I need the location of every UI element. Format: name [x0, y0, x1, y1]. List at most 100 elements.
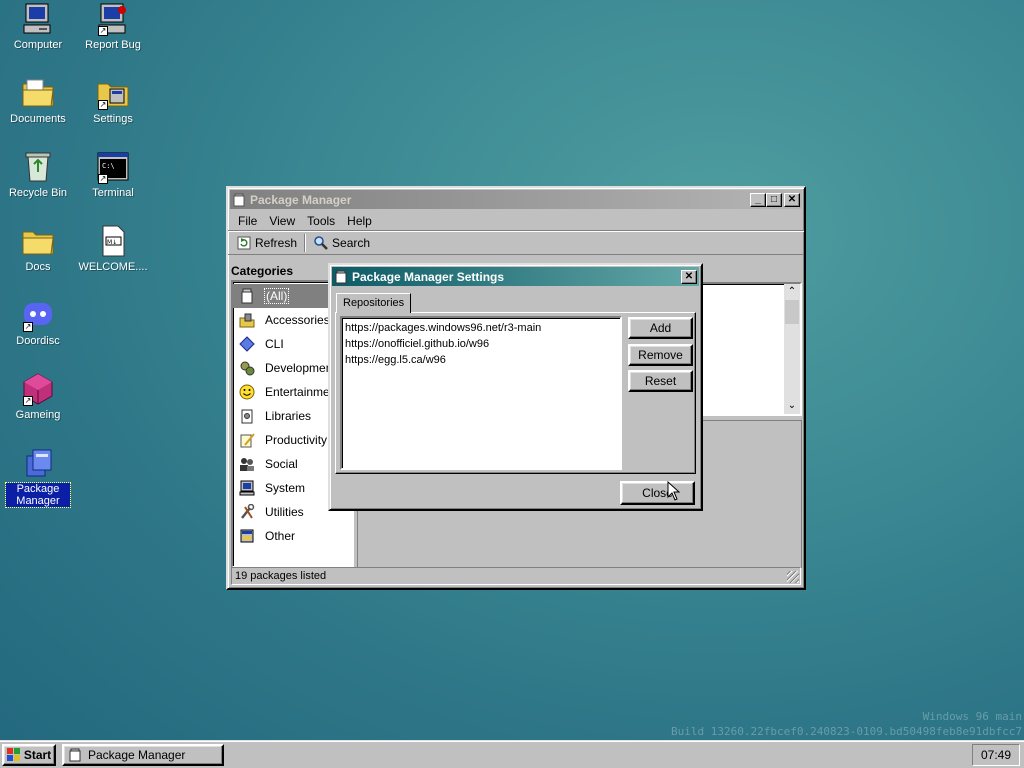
repository-item[interactable]: https://egg.l5.ca/w96 — [342, 352, 620, 368]
accessories-icon — [239, 312, 255, 328]
minimize-button[interactable]: _ — [750, 192, 766, 207]
tab-label: Repositories — [343, 297, 405, 309]
desktop-icon-docs[interactable]: Docs — [1, 224, 75, 273]
category-label: (All) — [263, 288, 290, 304]
desktop-icon-report-bug[interactable]: ↗ Report Bug — [76, 2, 150, 51]
package-list-scrollbar[interactable]: ⌃ ⌄ — [784, 284, 800, 414]
desktop-icon-recycle-bin[interactable]: Recycle Bin — [1, 150, 75, 199]
close-icon[interactable]: ✕ — [681, 269, 697, 284]
categories-heading: Categories — [231, 264, 294, 278]
remove-button[interactable]: Remove — [628, 344, 693, 366]
gears-icon — [239, 360, 255, 376]
window-title: Package Manager — [250, 192, 352, 207]
reset-button[interactable]: Reset — [628, 370, 693, 392]
desktop-icon-welcome[interactable]: M↓ WELCOME.... — [76, 224, 150, 273]
desktop-icon-label: Gameing — [15, 409, 61, 421]
refresh-icon — [236, 235, 252, 251]
settings-dialog[interactable]: Package Manager Settings ✕ Repositories … — [328, 263, 703, 511]
toolbar: Refresh Search — [228, 231, 804, 255]
refresh-button[interactable]: Refresh — [232, 233, 301, 253]
tab-repositories[interactable]: Repositories — [336, 293, 412, 313]
category-label: Development — [265, 361, 336, 375]
svg-text:M↓: M↓ — [107, 239, 117, 246]
status-text: 19 packages listed — [235, 570, 327, 582]
close-button[interactable]: ✕ — [784, 192, 800, 207]
start-button[interactable]: Start — [2, 744, 56, 766]
repository-item[interactable]: https://packages.windows96.net/r3-main — [342, 320, 620, 336]
toolbar-separator — [304, 233, 307, 252]
scroll-up-arrow-icon[interactable]: ⌃ — [784, 284, 800, 300]
tab-panel: https://packages.windows96.net/r3-main h… — [335, 312, 696, 474]
menu-view[interactable]: View — [263, 214, 301, 228]
scroll-down-arrow-icon[interactable]: ⌄ — [784, 398, 800, 414]
start-label: Start — [23, 748, 52, 762]
tools-icon — [239, 503, 255, 520]
terminal-icon: C:\ ↗ — [96, 150, 130, 184]
desktop-icon-package-manager[interactable]: Package Manager — [1, 446, 75, 508]
package-manager-icon — [21, 446, 55, 480]
discord-icon: ↗ — [21, 298, 55, 332]
watermark-line-1: Windows 96 main — [922, 710, 1022, 723]
taskbar: Start Package Manager 07:49 — [0, 740, 1024, 768]
desktop-icon-label: Docs — [25, 261, 51, 273]
desktop-icon-label: Recycle Bin — [8, 187, 68, 199]
package-manager-titlebar[interactable]: Package Manager _ □ ✕ — [230, 190, 802, 209]
menu-file[interactable]: File — [232, 214, 263, 228]
refresh-label: Refresh — [255, 235, 298, 250]
jar-icon — [239, 288, 255, 304]
jar-icon — [68, 748, 82, 762]
resize-grip-icon[interactable] — [787, 571, 799, 583]
maximize-button[interactable]: □ — [766, 192, 782, 207]
category-label: Accessories — [265, 313, 330, 327]
category-label: Libraries — [265, 409, 312, 423]
cube-icon: ↗ — [21, 372, 55, 406]
computer-bug-icon: ↗ — [96, 2, 130, 36]
recycle-bin-icon — [21, 150, 55, 184]
desktop-icon-label: Settings — [93, 113, 133, 125]
search-button[interactable]: Search — [309, 233, 374, 253]
settings-titlebar[interactable]: Package Manager Settings ✕ — [332, 267, 699, 286]
menu-help[interactable]: Help — [341, 214, 378, 228]
svg-text:C:\: C:\ — [102, 162, 115, 170]
diamond-icon — [239, 336, 255, 352]
category-label: Utilities — [265, 505, 304, 519]
search-label: Search — [332, 235, 371, 250]
menu-tools[interactable]: Tools — [301, 214, 341, 228]
close-button[interactable]: Close — [620, 481, 695, 505]
folder-icon — [21, 76, 55, 110]
category-label: Productivity — [265, 433, 328, 447]
folder-icon — [21, 224, 55, 258]
add-button[interactable]: Add — [628, 317, 693, 339]
monitor-icon — [239, 480, 255, 496]
desktop-icon-label: Terminal — [92, 187, 134, 199]
desktop-icon-terminal[interactable]: C:\ ↗ Terminal — [76, 150, 150, 199]
scrollbar-thumb[interactable] — [785, 300, 799, 324]
computer-icon — [21, 2, 55, 36]
category-label: CLI — [265, 337, 284, 351]
windows-logo-icon — [6, 748, 21, 762]
desktop-icon-label: Report Bug — [85, 39, 141, 51]
taskbar-button-package-manager[interactable]: Package Manager — [62, 744, 224, 766]
desktop-icon-label: Package Manager — [5, 482, 71, 508]
smiley-icon — [239, 384, 255, 400]
clock-text: 07:49 — [980, 748, 1012, 762]
status-bar: 19 packages listed — [231, 567, 801, 585]
desktop-icon-computer[interactable]: Computer — [1, 2, 75, 51]
desktop-icon-gameing[interactable]: ↗ Gameing — [1, 372, 75, 421]
jar-icon — [232, 193, 246, 207]
repository-list[interactable]: https://packages.windows96.net/r3-main h… — [340, 316, 622, 470]
menubar: File View Tools Help — [228, 211, 804, 231]
category-label: Social — [265, 457, 298, 471]
category-label: System — [265, 481, 306, 495]
desktop-icon-label: Doordisc — [16, 335, 60, 347]
desktop-icon-doordisc[interactable]: ↗ Doordisc — [1, 298, 75, 347]
pencil-paper-icon — [239, 432, 255, 448]
desktop-icon-label: WELCOME.... — [78, 261, 148, 273]
system-tray-clock[interactable]: 07:49 — [972, 744, 1020, 766]
category-item[interactable]: Other — [233, 524, 352, 548]
repository-item[interactable]: https://onofficiel.github.io/w96 — [342, 336, 620, 352]
desktop-icon-label: Computer — [13, 39, 63, 51]
markdown-file-icon: M↓ — [96, 224, 130, 258]
desktop-icon-documents[interactable]: Documents — [1, 76, 75, 125]
desktop-icon-settings[interactable]: ↗ Settings — [76, 76, 150, 125]
